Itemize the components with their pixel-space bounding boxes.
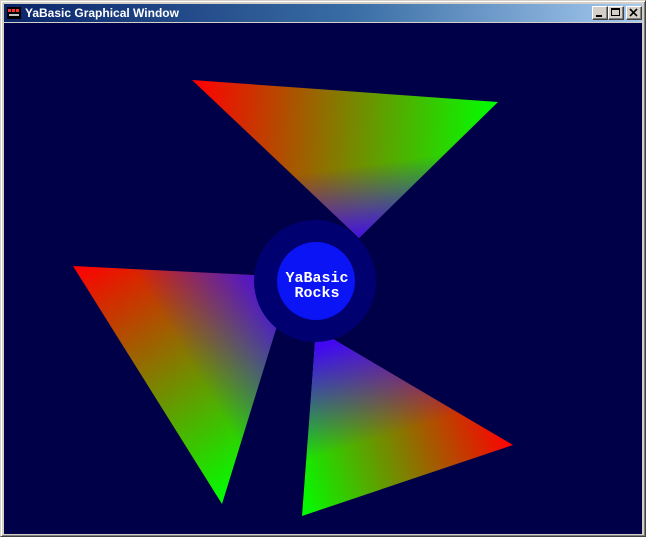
yabasic-window: YaBasic Graphical Window YaBasic Rocks	[0, 0, 646, 537]
bottom-right-gradient-triangle	[302, 329, 513, 516]
minimize-icon	[596, 15, 602, 17]
maximize-icon	[611, 8, 620, 16]
close-icon	[629, 8, 638, 17]
close-button[interactable]	[626, 6, 642, 20]
top-gradient-triangle	[192, 80, 498, 238]
window-title: YaBasic Graphical Window	[25, 6, 179, 20]
graphics-svg: YaBasic Rocks	[73, 80, 513, 516]
yabasic-app-icon[interactable]	[6, 5, 22, 21]
minimize-button[interactable]	[592, 6, 608, 20]
title-bar[interactable]: YaBasic Graphical Window	[4, 4, 642, 22]
graphics-canvas[interactable]: YaBasic Rocks	[4, 23, 642, 534]
center-text-line2: Rocks	[294, 285, 339, 302]
maximize-button[interactable]	[608, 6, 624, 20]
